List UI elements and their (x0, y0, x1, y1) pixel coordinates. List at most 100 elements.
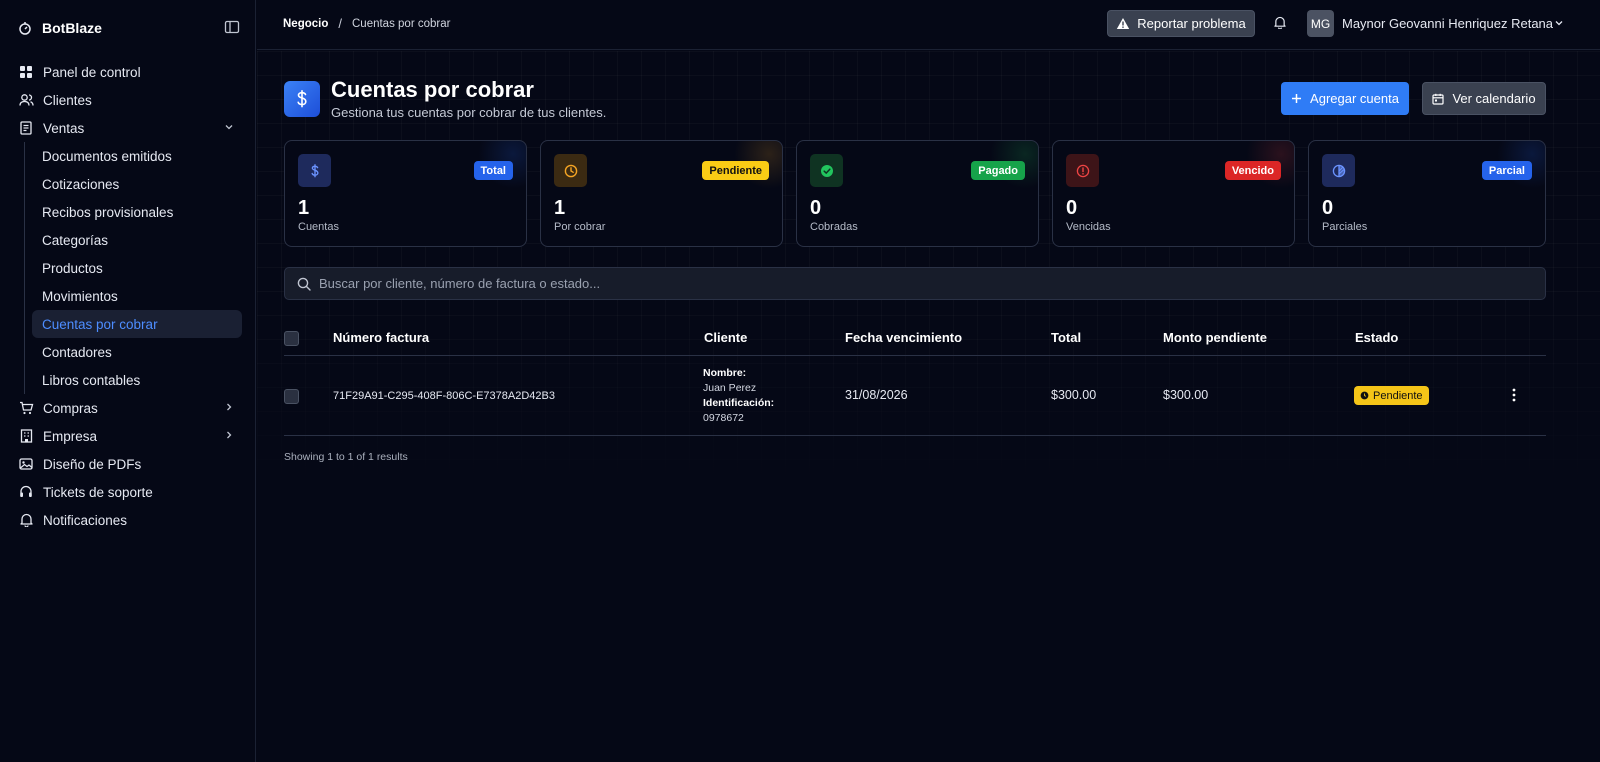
sidebar-item-clientes[interactable]: Clientes (0, 86, 256, 114)
stat-value: 0 (810, 197, 822, 219)
breadcrumb-current: Cuentas por cobrar (352, 17, 451, 30)
building-icon (18, 428, 34, 444)
pending-amount: $300.00 (1163, 388, 1209, 402)
search-bar (284, 267, 1546, 300)
stat-value: 0 (1066, 197, 1078, 219)
main-content: Cuentas por cobrar Gestiona tus cuentas … (257, 51, 1600, 762)
chevron-right-icon (224, 430, 234, 440)
stat-card-pagado: Pagado 0 Cobradas (796, 140, 1039, 247)
sidebar-item-compras[interactable]: Compras (0, 394, 256, 422)
plus-icon (1291, 93, 1302, 104)
stat-card-parcial: Parcial 0 Parciales (1308, 140, 1546, 247)
client-name-label: Nombre: (703, 367, 747, 379)
due-date: 31/08/2026 (845, 388, 908, 402)
column-header-cliente[interactable]: Cliente (704, 330, 747, 345)
sidebar-item-tickets-de-soporte[interactable]: Tickets de soporte (0, 478, 256, 506)
pagination-summary: Showing 1 to 1 of 1 results (284, 451, 408, 463)
page-title: Cuentas por cobrar (331, 77, 534, 102)
sidebar-item-contadores[interactable]: Contadores (25, 338, 238, 366)
status-badge: Pagado (971, 161, 1025, 180)
sidebar-nav: Panel de control Clientes Ventas Documen… (0, 58, 256, 534)
stat-label: Cobradas (810, 221, 858, 233)
column-header-fecha-vencimiento[interactable]: Fecha vencimiento (845, 330, 962, 345)
half-circle-icon (1322, 154, 1355, 187)
client-id: 0978672 (703, 412, 744, 424)
sidebar-item-label: Panel de control (43, 64, 141, 80)
row-checkbox[interactable] (284, 389, 299, 404)
sidebar-item-label: Empresa (43, 428, 98, 444)
sidebar-item-recibos-provisionales[interactable]: Recibos provisionales (25, 198, 238, 226)
headset-icon (18, 484, 34, 500)
search-input[interactable] (319, 268, 1519, 299)
sidebar-item-empresa[interactable]: Empresa (0, 422, 256, 450)
status-badge: Total (473, 161, 513, 180)
status-label: Pendiente (1373, 389, 1423, 402)
sidebar-item-label: Compras (43, 400, 98, 416)
sidebar-toggle-icon[interactable] (224, 19, 240, 35)
status-badge: Pendiente (1354, 386, 1429, 405)
notifications-bell-icon[interactable] (1274, 16, 1286, 29)
sidebar-item-documentos-emitidos[interactable]: Documentos emitidos (25, 142, 238, 170)
status-badge: Vencido (1224, 161, 1281, 180)
stat-label: Por cobrar (554, 221, 606, 233)
invoice-number: 71F29A91-C295-408F-806C-E7378A2D42B3 (333, 390, 555, 402)
stat-label: Parciales (1322, 221, 1368, 233)
sidebar-item-notificaciones[interactable]: Notificaciones (0, 506, 256, 534)
accounts-table: Número factura Cliente Fecha vencimiento… (284, 320, 1546, 463)
stat-label: Vencidas (1066, 221, 1111, 233)
breadcrumb: Negocio / Cuentas por cobrar (283, 16, 450, 31)
calendar-icon (1432, 93, 1445, 105)
add-account-button[interactable]: Agregar cuenta (1281, 82, 1409, 115)
report-problem-label: Reportar problema (1137, 16, 1246, 31)
sidebar-item-productos[interactable]: Productos (25, 254, 238, 282)
stat-card-total: Total 1 Cuentas (284, 140, 527, 247)
client-name: Juan Perez (703, 382, 757, 394)
sidebar-item-diseno-de-pdfs[interactable]: Diseño de PDFs (0, 450, 256, 478)
sidebar-item-categorias[interactable]: Categorías (25, 226, 238, 254)
clock-icon (1360, 391, 1369, 400)
alert-circle-icon (1066, 154, 1099, 187)
sidebar-item-cotizaciones[interactable]: Cotizaciones (25, 170, 238, 198)
stat-card-vencido: Vencido 0 Vencidas (1052, 140, 1295, 247)
image-icon (18, 456, 34, 472)
chevron-right-icon (224, 402, 234, 412)
more-actions-icon[interactable] (1512, 388, 1516, 402)
sidebar-item-label: Ventas (43, 120, 85, 136)
sidebar-item-label: Clientes (43, 92, 92, 108)
view-calendar-label: Ver calendario (1452, 91, 1536, 106)
stats-section: Total 1 Cuentas Pendiente 1 Por cobrar P… (284, 140, 1546, 247)
dollar-icon (298, 154, 331, 187)
stat-value: 0 (1322, 197, 1334, 219)
breadcrumb-negocio[interactable]: Negocio (283, 18, 328, 30)
users-icon (18, 92, 34, 108)
column-header-total[interactable]: Total (1051, 330, 1081, 345)
stat-value: 1 (554, 197, 566, 219)
select-all-checkbox[interactable] (284, 331, 299, 346)
chevron-down-icon[interactable] (1554, 18, 1564, 28)
sidebar-item-label: Diseño de PDFs (43, 456, 142, 472)
avatar[interactable]: MG (1307, 10, 1334, 37)
brand[interactable]: BotBlaze (18, 18, 102, 38)
stat-value: 1 (298, 197, 310, 219)
dollar-icon (284, 81, 320, 117)
report-problem-button[interactable]: Reportar problema (1107, 10, 1255, 37)
user-name[interactable]: Maynor Geovanni Henriquez Retana (1342, 16, 1553, 31)
sidebar-item-movimientos[interactable]: Movimientos (25, 282, 238, 310)
client-info: Nombre: Juan Perez Identificación: 09786… (703, 366, 774, 426)
sidebar-item-label: Notificaciones (43, 512, 128, 528)
total-amount: $300.00 (1051, 388, 1097, 402)
ventas-submenu: Documentos emitidos Cotizaciones Recibos… (24, 142, 256, 394)
page-subtitle: Gestiona tus cuentas por cobrar de tus c… (331, 105, 607, 120)
table-row[interactable]: 71F29A91-C295-408F-806C-E7378A2D42B3 Nom… (284, 356, 1546, 436)
column-header-estado[interactable]: Estado (1355, 330, 1398, 345)
column-header-numero-factura[interactable]: Número factura (333, 330, 429, 345)
sidebar-item-cuentas-por-cobrar[interactable]: Cuentas por cobrar (32, 310, 242, 338)
sidebar-item-libros-contables[interactable]: Libros contables (25, 366, 238, 394)
bell-icon (18, 512, 34, 528)
column-header-monto-pendiente[interactable]: Monto pendiente (1163, 330, 1267, 345)
sidebar-item-ventas[interactable]: Ventas (0, 114, 256, 142)
view-calendar-button[interactable]: Ver calendario (1422, 82, 1546, 115)
cart-icon (18, 400, 34, 416)
grid-icon (18, 64, 34, 80)
sidebar-item-panel-de-control[interactable]: Panel de control (0, 58, 256, 86)
